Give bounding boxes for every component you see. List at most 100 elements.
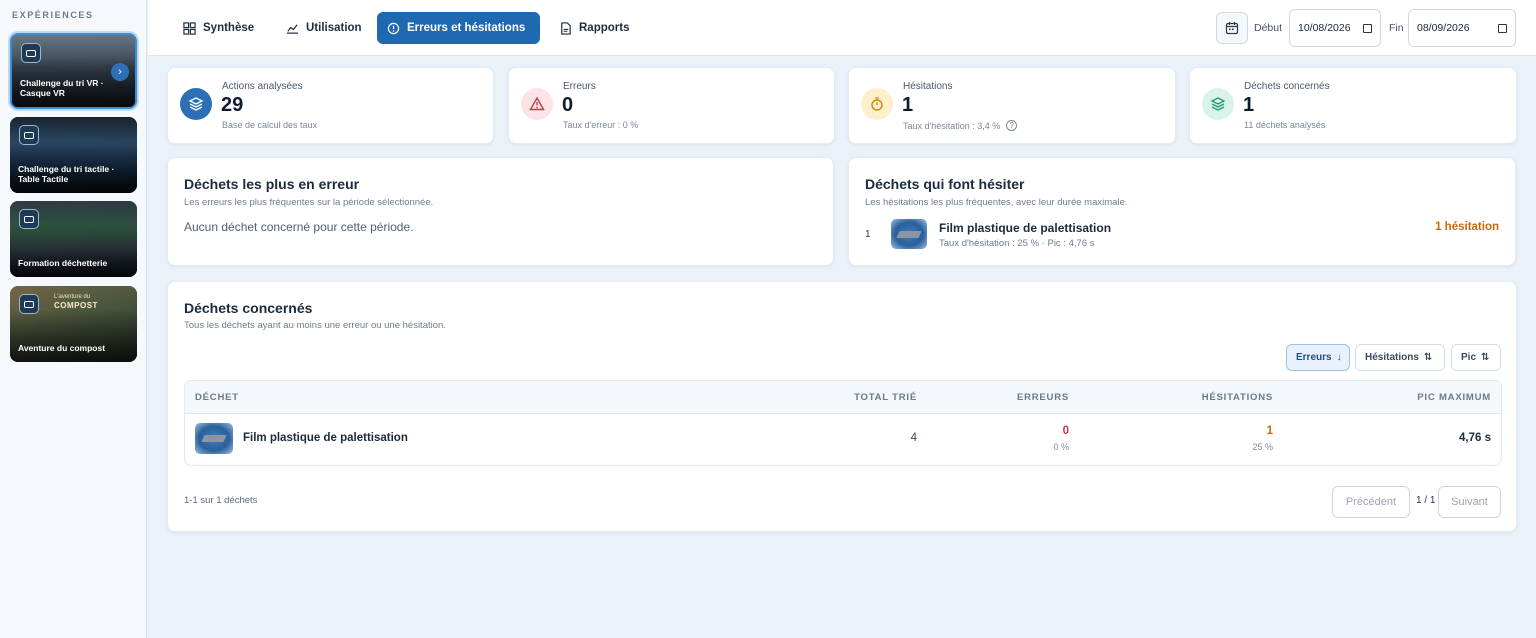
col-total[interactable]: TOTAL TRIÉ xyxy=(854,392,917,403)
errors-value: 0 xyxy=(1062,425,1069,437)
arrow-down-icon: ↓ xyxy=(1336,352,1342,363)
stat-card-hesitations: Hésitations 1 Taux d'hésitation : 3,4 % … xyxy=(848,67,1176,144)
stat-subtext: 11 déchets analysés xyxy=(1244,120,1326,130)
start-date-input[interactable]: 10/08/2026 xyxy=(1289,9,1381,47)
stat-value: 0 xyxy=(562,94,574,116)
previous-button[interactable]: Précédent xyxy=(1332,486,1410,518)
tab-rapports[interactable]: Rapports xyxy=(549,12,639,44)
start-date-value: 10/08/2026 xyxy=(1298,22,1351,34)
col-pic[interactable]: PIC MAXIMUM xyxy=(1417,392,1491,403)
panel-title: Déchets concernés xyxy=(184,300,313,316)
stat-subtext: Taux d'hésitation : 3,4 % ? xyxy=(903,120,1018,131)
panel-title: Déchets qui font hésiter xyxy=(865,176,1025,192)
end-date-value: 08/09/2026 xyxy=(1417,22,1470,34)
waste-name: Film plastique de palettisation xyxy=(939,221,1112,235)
tab-label: Rapports xyxy=(579,22,630,34)
page-indicator: 1 / 1 xyxy=(1416,495,1436,506)
vr-headset-icon xyxy=(21,43,41,63)
waste-detail: Taux d'hésitation : 25 % · Pic : 4,76 s xyxy=(939,238,1095,249)
experience-card-vr[interactable]: › Challenge du tri VR · Casque VR xyxy=(10,33,137,109)
experience-label: Aventure du compost xyxy=(18,343,106,354)
stat-label: Actions analysées xyxy=(222,81,303,92)
experience-card-tactile[interactable]: Challenge du tri tactile · Table Tactile xyxy=(10,117,137,193)
experience-card-compost[interactable]: L'aventure du COMPOST Aventure du compos… xyxy=(10,286,137,362)
stat-subtext: Taux d'erreur : 0 % xyxy=(563,120,639,130)
pagination-count: 1-1 sur 1 déchets xyxy=(184,495,258,506)
waste-thumbnail xyxy=(891,219,927,249)
end-date-label: Fin xyxy=(1389,22,1404,34)
document-icon xyxy=(559,21,572,35)
panel-title: Déchets les plus en erreur xyxy=(184,176,360,192)
sort-icon: ⇅ xyxy=(1423,352,1433,363)
panel-subtitle: Les erreurs les plus fréquentes sur la p… xyxy=(184,197,434,208)
chevron-right-icon[interactable]: › xyxy=(111,63,129,81)
stat-label: Hésitations xyxy=(903,81,953,92)
stat-label: Déchets concernés xyxy=(1244,81,1330,92)
sidebar-title: EXPÉRIENCES xyxy=(12,10,94,20)
tab-synthese[interactable]: Synthèse xyxy=(173,12,264,44)
hesitation-count: 1 hésitation xyxy=(1435,221,1499,233)
table-header: DÉCHET TOTAL TRIÉ ERREURS HÉSITATIONS PI… xyxy=(185,381,1501,414)
compost-logo: COMPOST xyxy=(54,301,98,310)
calendar-icon xyxy=(1363,23,1372,33)
alert-circle-icon xyxy=(387,22,400,35)
stat-card-dechets: Déchets concernés 1 11 déchets analysés xyxy=(1189,67,1517,144)
stat-value: 1 xyxy=(902,94,914,116)
top-bar: Synthèse Utilisation Erreurs et hésitati… xyxy=(148,0,1536,56)
waste-table: DÉCHET TOTAL TRIÉ ERREURS HÉSITATIONS PI… xyxy=(184,380,1502,466)
stat-card-errors: Erreurs 0 Taux d'erreur : 0 % xyxy=(508,67,835,144)
sort-pic-button[interactable]: Pic ⇅ xyxy=(1451,344,1501,371)
end-date-input[interactable]: 08/09/2026 xyxy=(1408,9,1516,47)
panel-subtitle: Les hésitations les plus fréquentes, ave… xyxy=(865,197,1128,208)
stat-value: 1 xyxy=(1243,94,1255,116)
help-icon[interactable]: ? xyxy=(1006,120,1018,131)
start-date-label: Début xyxy=(1254,22,1283,34)
calendar-icon xyxy=(1225,22,1239,35)
panel-subtitle: Tous les déchets ayant au moins une erre… xyxy=(184,320,446,331)
waste-name: Film plastique de palettisation xyxy=(243,432,408,444)
peak-value: 4,76 s xyxy=(1459,432,1491,444)
total-value: 4 xyxy=(910,432,917,444)
timer-icon xyxy=(861,88,893,120)
experience-label: Challenge du tri tactile · Table Tactile xyxy=(18,164,115,185)
compost-caption: L'aventure du xyxy=(54,294,91,300)
experience-label: Challenge du tri VR · Casque VR xyxy=(20,78,104,99)
tab-utilisation[interactable]: Utilisation xyxy=(276,12,372,44)
tab-label: Utilisation xyxy=(306,22,362,34)
col-erreurs[interactable]: ERREURS xyxy=(1017,392,1069,403)
sidebar: EXPÉRIENCES › Challenge du tri VR · Casq… xyxy=(0,0,147,638)
stack-icon xyxy=(1202,88,1234,120)
col-hesitations[interactable]: HÉSITATIONS xyxy=(1202,392,1273,403)
empty-state: Aucun déchet concerné pour cette période… xyxy=(184,220,414,234)
stat-value: 29 xyxy=(221,94,244,116)
stat-label: Erreurs xyxy=(563,81,596,92)
col-dechet[interactable]: DÉCHET xyxy=(195,392,239,403)
calendar-button[interactable] xyxy=(1216,12,1248,44)
table-icon xyxy=(19,125,39,145)
stat-subtext: Base de calcul des taux xyxy=(222,120,318,130)
stat-card-actions: Actions analysées 29 Base de calcul des … xyxy=(167,67,494,144)
concerned-panel: Déchets concernés Tous les déchets ayant… xyxy=(167,281,1517,532)
next-button[interactable]: Suivant xyxy=(1438,486,1501,518)
tab-label: Synthèse xyxy=(203,22,255,34)
vr-headset-icon xyxy=(19,294,39,314)
tab-label: Erreurs et hésitations xyxy=(407,22,526,34)
errors-pct: 0 % xyxy=(1053,442,1069,452)
tab-erreurs-hesitations[interactable]: Erreurs et hésitations xyxy=(377,12,540,44)
layers-icon xyxy=(180,88,212,120)
hesitation-panel: Déchets qui font hésiter Les hésitations… xyxy=(848,157,1516,266)
hesitations-pct: 25 % xyxy=(1252,442,1273,452)
vr-headset-icon xyxy=(19,209,39,229)
calendar-icon xyxy=(1498,23,1507,33)
waste-thumbnail xyxy=(195,423,233,454)
sort-icon: ⇅ xyxy=(1481,352,1490,363)
sort-hesitations-button[interactable]: Hésitations ⇅ xyxy=(1355,344,1445,371)
hesitations-value: 1 xyxy=(1266,425,1273,437)
experience-card-dechetterie[interactable]: Formation déchetterie xyxy=(10,201,137,277)
warning-icon xyxy=(521,88,553,120)
grid-icon xyxy=(183,21,196,35)
chart-icon xyxy=(286,22,299,35)
sort-errors-button[interactable]: Erreurs ↓ xyxy=(1286,344,1350,371)
errors-panel: Déchets les plus en erreur Les erreurs l… xyxy=(167,157,834,266)
rank: 1 xyxy=(865,229,871,240)
